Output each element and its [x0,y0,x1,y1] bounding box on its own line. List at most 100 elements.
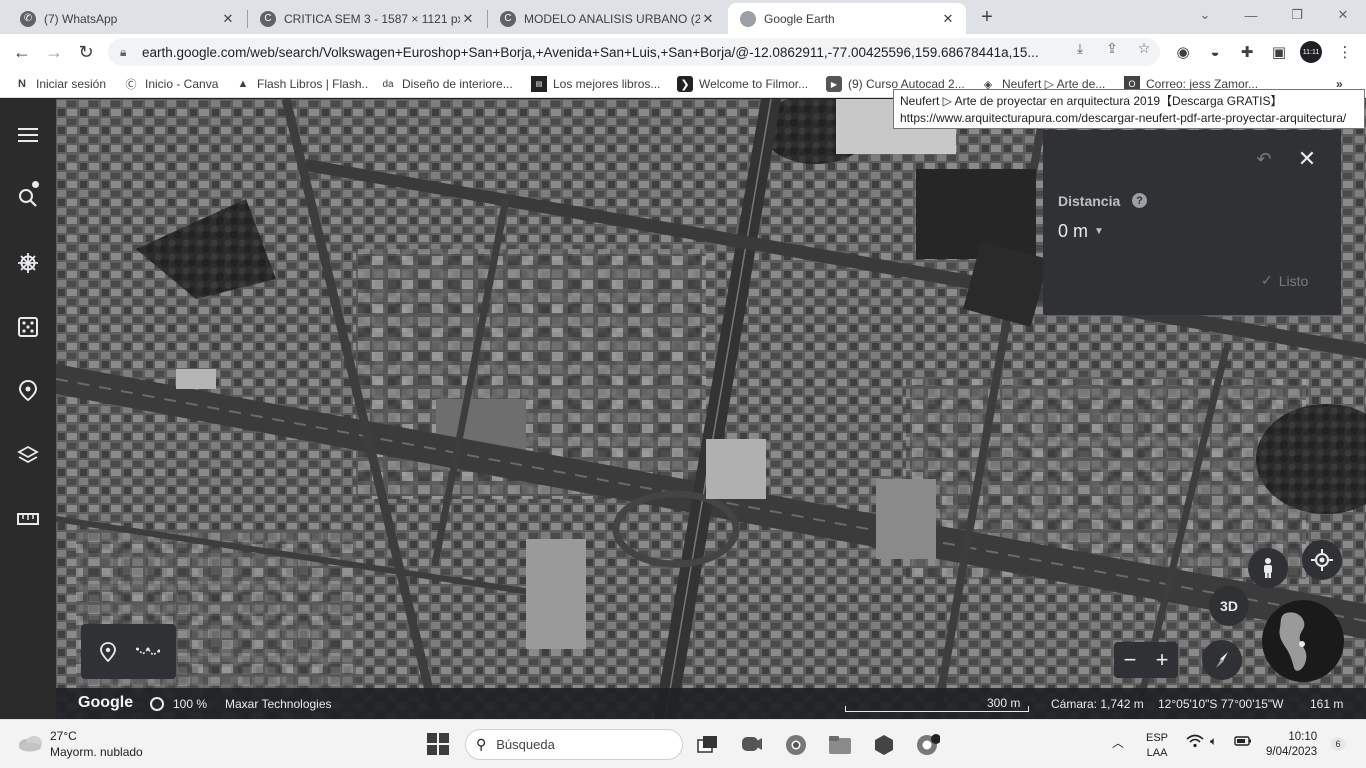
books-icon: ▤ [531,76,547,92]
coordinates: 12°05'10"S 77°00'15"W [1158,697,1284,711]
bookmark-item[interactable]: ▲ Flash Libros | Flash... [235,74,369,94]
menu-dots-icon[interactable]: ⋮ [1334,42,1356,62]
close-icon[interactable]: ✕ [1295,146,1319,171]
incognito-extension-icon[interactable]: ◒ [1204,42,1226,62]
address-bar[interactable]: 🔒︎ earth.google.com/web/search/Volkswage… [108,38,1160,66]
close-tab-icon[interactable]: ✕ [940,11,956,27]
puzzle-extensions-icon[interactable]: ✚ [1236,42,1258,62]
tab-whatsapp[interactable]: ✆ (7) WhatsApp ✕ [8,3,246,34]
help-icon[interactable]: ? [1132,193,1147,208]
distance-unit-dropdown[interactable]: 0 m ▼ [1058,221,1104,242]
bookmark-tooltip: Neufert ▷ Arte de proyectar en arquitect… [893,89,1365,129]
bookmark-item[interactable]: Ⓒ Inicio - Canva [123,74,225,94]
chevron-down-icon: ▼ [1094,226,1104,237]
canva-icon: C [260,10,276,27]
pegman-street-view-icon[interactable] [1248,548,1288,588]
map-style-layers-icon[interactable] [14,441,42,469]
reload-icon[interactable]: ↻ [72,38,100,66]
office-hex-icon[interactable] [872,733,896,757]
url-text[interactable]: earth.google.com/web/search/Volkswagen+E… [142,45,1062,60]
close-tab-icon[interactable]: ✕ [220,11,236,27]
taskbar-search-placeholder: Búsqueda [496,737,555,752]
new-tab-icon[interactable]: + [976,6,998,28]
chat-icon[interactable] [740,733,764,757]
zoom-in-icon[interactable]: + [1156,647,1169,673]
elevation: 161 m [1310,697,1344,711]
undo-icon[interactable]: ↶ [1253,148,1275,170]
extension-icon[interactable]: ◉ [1172,42,1194,62]
voyager-icon[interactable] [14,249,42,277]
bookmark-item[interactable]: ❯ Welcome to Filmor... [677,74,815,94]
done-button[interactable]: ✓ Listo [1261,272,1308,289]
tooltip-title: Neufert ▷ Arte de proyectar en arquitect… [900,94,1283,108]
search-icon[interactable] [14,184,42,212]
restore-icon[interactable]: ❐ [1274,0,1320,30]
my-location-icon[interactable] [1302,540,1342,580]
keyboard-layout: LAA [1146,747,1168,759]
clock-time: 10:10 [1288,731,1318,743]
menu-icon[interactable] [14,121,42,149]
toggle-3d-button[interactable]: 3D [1209,586,1249,626]
feeling-lucky-dice-icon[interactable] [14,313,42,341]
add-placemark-icon[interactable] [95,639,121,665]
windows-start-icon[interactable] [427,733,449,755]
tab-modelo[interactable]: C MODELO ANALISIS URBANO (2)… ✕ [488,3,726,34]
globe-overview-icon[interactable] [1262,600,1344,682]
google-earth-icon [740,10,756,27]
chrome-profile-icon[interactable] [916,733,940,757]
forward-icon[interactable]: → [40,38,68,66]
cloud-weather-icon[interactable] [18,734,44,752]
minimize-icon[interactable]: — [1228,0,1274,30]
taskbar-search-box[interactable]: ⚲ Búsqueda [465,729,683,760]
browser-tab-strip: ✆ (7) WhatsApp ✕ C CRITICA SEM 3 - 1587 … [0,0,1366,34]
youtube-icon: ▶ [826,76,842,92]
back-icon[interactable]: ← [8,38,36,66]
loading-ring-icon [150,697,164,711]
file-explorer-icon[interactable] [828,733,852,757]
scale-label: 300 m [987,696,1021,710]
bookmark-item[interactable]: N Iniciar sesión [14,74,114,94]
tab-google-earth[interactable]: Google Earth ✕ [728,3,966,34]
projects-pin-icon[interactable] [14,377,42,405]
zoom-out-icon[interactable]: − [1124,647,1137,673]
bookmark-label: Iniciar sesión [36,77,107,91]
keyboard-language[interactable]: ESP LAA [1146,731,1168,761]
profile-avatar[interactable]: 11:11 [1300,41,1322,63]
tab-search-icon[interactable]: ⌄ [1182,0,1228,30]
imagery-attribution[interactable]: Maxar Technologies [225,697,332,711]
measure-distance-panel: ↶ ✕ Distancia ? 0 m ▼ ✓ Listo [1043,130,1341,315]
bookmark-star-icon[interactable]: ☆ [1132,38,1156,58]
weather-description: Mayorm. nublado [50,745,143,759]
side-panel-icon[interactable]: ▣ [1268,42,1290,62]
filmora-icon: ❯ [677,76,693,92]
compass-icon[interactable] [1202,640,1242,680]
tab-title: MODELO ANALISIS URBANO (2)… [524,11,700,26]
tab-critica[interactable]: C CRITICA SEM 3 - 1587 × 1121 px ✕ [248,3,486,34]
draw-path-icon[interactable] [135,639,161,665]
lock-icon: 🔒︎ [120,45,127,59]
volume-muted-icon[interactable]: 🔈︎ [1210,734,1217,749]
chrome-icon[interactable] [784,733,808,757]
close-tab-icon[interactable]: ✕ [700,11,716,27]
clock-date: 9/04/2023 [1266,746,1318,758]
bookmark-item[interactable]: da Diseño de interiore... [380,74,520,94]
close-tab-icon[interactable]: ✕ [460,11,476,27]
install-icon[interactable]: ⤓ [1068,38,1092,58]
wifi-icon[interactable] [1186,734,1204,751]
battery-icon[interactable] [1234,734,1252,751]
close-window-icon[interactable]: ✕ [1320,0,1366,30]
show-hidden-icons-chevron-icon[interactable]: ︿ [1112,734,1124,751]
weather-temperature: 27°C [50,729,77,743]
language-code: ESP [1146,732,1169,744]
canva-icon: Ⓒ [125,79,137,91]
share-icon[interactable]: ⇪ [1100,38,1124,58]
google-logo: Google [78,694,134,711]
measure-ruler-icon[interactable] [14,505,42,533]
browser-toolbar: ← → ↻ 🔒︎ earth.google.com/web/search/Vol… [0,34,1366,70]
notification-badge[interactable]: 6 [1331,737,1345,751]
zoom-controls: − + [1114,642,1178,678]
system-clock[interactable]: 10:10 9/04/2023 [1266,730,1317,760]
bookmark-item[interactable]: ▤ Los mejores libros... [531,74,665,94]
task-view-icon[interactable] [696,733,720,757]
left-sidebar [0,99,56,719]
